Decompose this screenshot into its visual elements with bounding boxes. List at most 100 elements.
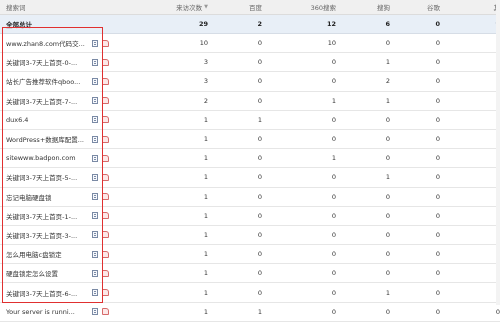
tag-icon[interactable] (102, 135, 109, 143)
cell-360: 0 (331, 288, 336, 297)
cell-google: 0 (435, 192, 440, 201)
row-actions (92, 130, 109, 148)
cell-google: 0 (435, 58, 440, 67)
cell-360: 0 (331, 173, 336, 182)
keyword-table: 搜索词 来访次数▼ 百度 360搜索 搜狗 谷歌 其 全部总计 29 2 12 … (0, 0, 500, 322)
cell-google: 0 (435, 154, 440, 163)
tag-icon[interactable] (102, 173, 109, 181)
cell-other: 1 (452, 130, 500, 148)
report-icon[interactable] (92, 212, 98, 220)
cell-baidu: 0 (257, 288, 262, 297)
cell-other: 1 (452, 245, 500, 263)
tag-icon[interactable] (102, 77, 109, 85)
header-other[interactable]: 其 (452, 0, 500, 14)
cell-visits: 1 (203, 288, 208, 297)
tag-icon[interactable] (102, 193, 109, 201)
total-label: 全部总计 (6, 21, 32, 29)
cell-sogou: 1 (385, 58, 390, 67)
report-icon[interactable] (92, 250, 98, 258)
report-icon[interactable] (92, 269, 98, 277)
keyword-link[interactable]: dux6.4 (6, 111, 88, 129)
cell-360: 0 (331, 269, 336, 278)
keyword-link[interactable]: 忘记电脑硬盘锁 (6, 188, 88, 206)
keyword-link[interactable]: 关键词3-7天上首页-3-... (6, 226, 88, 244)
cell-google: 0 (435, 77, 440, 86)
cell-visits: 1 (203, 307, 208, 316)
tag-icon[interactable] (102, 154, 109, 162)
keyword-link[interactable]: 关键词3-7天上首页-5-... (6, 168, 88, 186)
header-visits[interactable]: 来访次数 ▼ (150, 0, 208, 14)
table-header: 搜索词 来访次数▼ 百度 360搜索 搜狗 谷歌 其 (0, 0, 500, 15)
table-row: 关键词3-7天上首页-5-... 1 0 0 1 0 0 (0, 168, 500, 188)
report-icon[interactable] (92, 308, 98, 316)
report-icon[interactable] (92, 77, 98, 85)
cell-other: 0 (452, 168, 500, 186)
keyword-link[interactable]: www.zhan8.com代码交... (6, 34, 88, 52)
cell-sogou: 0 (385, 192, 390, 201)
report-icon[interactable] (92, 58, 98, 66)
report-icon[interactable] (92, 39, 98, 47)
tag-icon[interactable] (102, 58, 109, 66)
keyword-link[interactable]: WordPress+数据库配置... (6, 130, 88, 148)
header-keyword[interactable]: 搜索词 (6, 0, 88, 14)
header-sogou[interactable]: 搜狗 (348, 0, 390, 14)
table-row: WordPress+数据库配置... 1 0 0 0 0 1 (0, 130, 500, 150)
header-360[interactable]: 360搜索 (286, 0, 336, 14)
report-icon[interactable] (92, 173, 98, 181)
tag-icon[interactable] (102, 250, 109, 258)
header-google[interactable]: 谷歌 (404, 0, 440, 14)
cell-visits: 1 (203, 230, 208, 239)
keyword-link[interactable]: 关键词3-7天上首页-7-... (6, 92, 88, 110)
cell-visits: 3 (203, 58, 208, 67)
row-actions (92, 53, 109, 71)
report-icon[interactable] (92, 193, 98, 201)
cell-visits: 3 (203, 77, 208, 86)
keyword-link[interactable]: 站长广告推荐软件qboo... (6, 72, 88, 90)
row-actions (92, 92, 109, 110)
cell-360: 0 (331, 192, 336, 201)
cell-other: 0 (495, 307, 500, 316)
keyword-link[interactable]: 关键词3-7天上首页-0-... (6, 53, 88, 71)
tag-icon[interactable] (102, 212, 109, 220)
keyword-link[interactable]: sitewww.badpon.com (6, 149, 88, 167)
row-actions (92, 34, 109, 52)
cell-baidu: 0 (257, 211, 262, 220)
cell-sogou: 0 (385, 269, 390, 278)
keyword-link[interactable]: 怎么用电脑c盘锁定 (6, 245, 88, 263)
cell-baidu: 0 (257, 96, 262, 105)
header-baidu[interactable]: 百度 (220, 0, 262, 14)
cell-google: 0 (435, 250, 440, 259)
tag-icon[interactable] (102, 231, 109, 239)
table-row: Your server is runni... 1 1 0 0 0 0 (0, 303, 500, 322)
cell-baidu: 0 (257, 77, 262, 86)
tag-icon[interactable] (102, 269, 109, 277)
keyword-link[interactable]: 硬盘锁定怎么设置 (6, 264, 88, 282)
row-actions (92, 283, 109, 301)
tag-icon[interactable] (102, 116, 109, 124)
cell-google: 0 (435, 307, 440, 316)
cell-google: 0 (435, 173, 440, 182)
cell-baidu: 0 (257, 250, 262, 259)
keyword-link[interactable]: Your server is runni... (6, 303, 88, 321)
cell-visits: 1 (203, 135, 208, 144)
cell-other: 0 (452, 111, 500, 129)
tag-icon[interactable] (102, 289, 109, 297)
cell-google: 0 (435, 39, 440, 48)
table-row: www.zhan8.com代码交... 10 0 10 0 0 0 (0, 34, 500, 54)
tag-icon[interactable] (102, 97, 109, 105)
cell-360: 0 (331, 230, 336, 239)
report-icon[interactable] (92, 116, 98, 124)
report-icon[interactable] (92, 97, 98, 105)
tag-icon[interactable] (102, 308, 109, 316)
report-icon[interactable] (92, 289, 98, 297)
scrollbar[interactable] (496, 0, 500, 305)
cell-sogou: 0 (385, 154, 390, 163)
report-icon[interactable] (92, 135, 98, 143)
report-icon[interactable] (92, 231, 98, 239)
cell-visits: 1 (203, 192, 208, 201)
keyword-link[interactable]: 关键词3-7天上首页-6-... (6, 283, 88, 301)
tag-icon[interactable] (102, 39, 109, 47)
keyword-link[interactable]: 关键词3-7天上首页-1-... (6, 207, 88, 225)
cell-google: 0 (435, 230, 440, 239)
report-icon[interactable] (92, 154, 98, 162)
